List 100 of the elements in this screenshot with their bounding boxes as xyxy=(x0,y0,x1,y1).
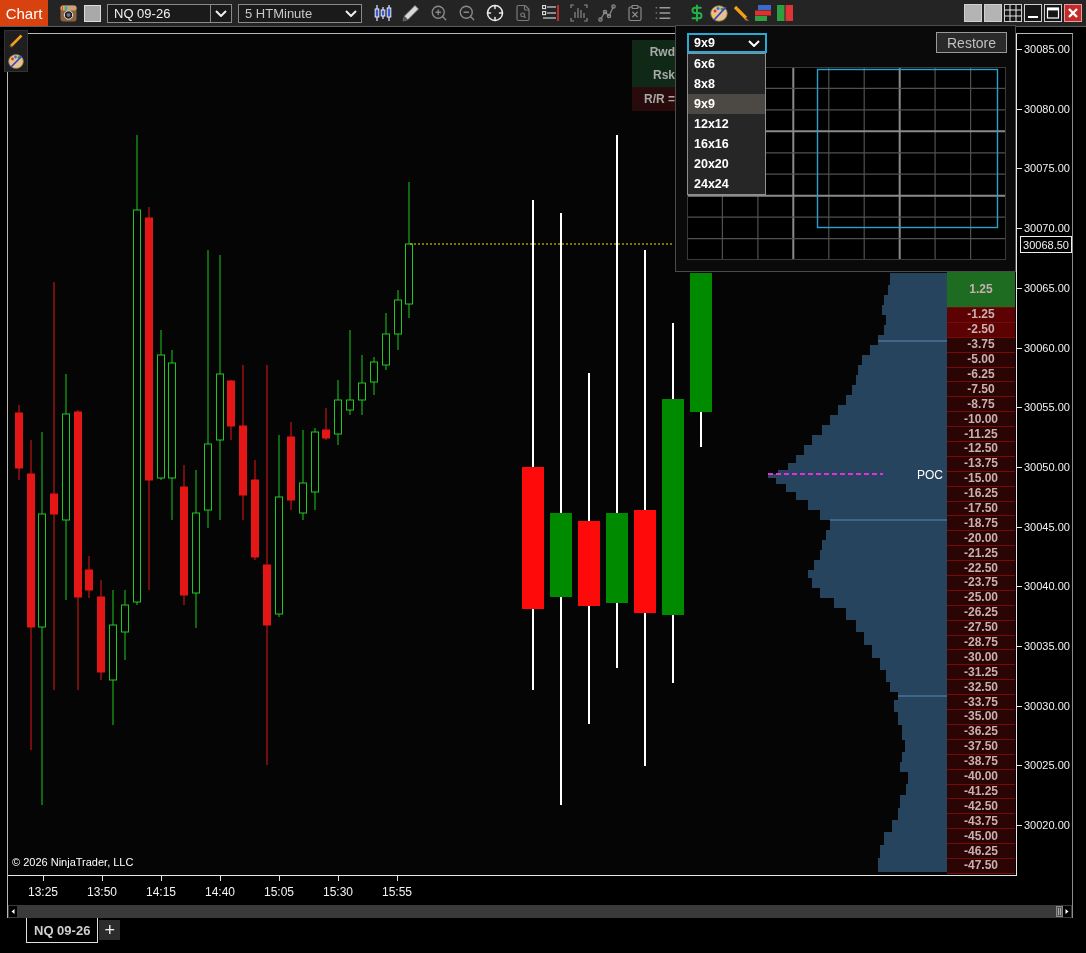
ladder-cell: -21.25 xyxy=(947,546,1015,562)
price-label: 30060.00 xyxy=(1024,340,1070,355)
price-label: 30040.00 xyxy=(1024,579,1070,594)
bar-chart-icon[interactable] xyxy=(570,4,588,22)
risk-reward-label: Rwd xyxy=(632,40,675,64)
candlestick xyxy=(85,555,93,599)
risk-reward-label: Rsk xyxy=(632,63,675,87)
time-label: 14:40 xyxy=(205,885,235,899)
scroll-right-icon[interactable] xyxy=(1063,906,1071,917)
maximize-icon[interactable] xyxy=(1044,4,1062,22)
caret-icon xyxy=(748,39,760,47)
price-label: 30025.00 xyxy=(1024,758,1070,773)
close-icon[interactable] xyxy=(1064,4,1082,22)
ladder-cell: -42.50 xyxy=(947,799,1015,815)
ladder-cell: -10.00 xyxy=(947,412,1015,428)
ladder-cell: -33.75 xyxy=(947,695,1015,711)
candlestick xyxy=(370,356,378,396)
ladder-cell: -46.25 xyxy=(947,844,1015,859)
horizontal-scrollbar[interactable] xyxy=(8,905,1072,918)
list-icon[interactable] xyxy=(654,4,672,22)
scroll-left-icon[interactable] xyxy=(9,906,17,917)
ladder-cell: -23.75 xyxy=(947,576,1015,591)
stacked-bars-icon[interactable] xyxy=(754,4,772,22)
candlestick xyxy=(358,354,366,416)
risk-reward-label: R/R = xyxy=(632,87,675,111)
split-bars-icon[interactable] xyxy=(776,4,794,22)
add-tab-button[interactable]: + xyxy=(99,920,121,940)
dropdown-option[interactable]: 8x8 xyxy=(688,74,765,94)
pencil-icon[interactable] xyxy=(402,4,420,22)
time-label: 13:50 xyxy=(87,885,117,899)
candlestick-icon[interactable] xyxy=(374,4,392,22)
dropdown-option[interactable]: 6x6 xyxy=(688,54,765,74)
zoom-in-icon[interactable] xyxy=(430,4,448,22)
ladder-cell: -30.00 xyxy=(947,650,1015,666)
ladder-cell: -45.00 xyxy=(947,829,1015,845)
dropdown-option[interactable]: 20x20 xyxy=(688,154,765,174)
time-label: 15:30 xyxy=(323,885,353,899)
zoom-out-icon[interactable] xyxy=(458,4,476,22)
time-label: 13:25 xyxy=(28,885,58,899)
camera-icon[interactable] xyxy=(60,4,77,22)
grid-icon[interactable] xyxy=(1004,4,1022,22)
swatch-icon[interactable] xyxy=(84,4,101,22)
price-label: 30085.00 xyxy=(1024,42,1070,56)
palette-icon[interactable] xyxy=(8,52,24,69)
candlestick xyxy=(322,407,330,441)
time-label: 15:05 xyxy=(264,885,294,899)
line-chart-icon[interactable] xyxy=(598,4,616,22)
caret-icon xyxy=(215,9,227,17)
price-label: 30055.00 xyxy=(1024,400,1070,415)
scrollbar-thumb[interactable] xyxy=(1056,906,1063,917)
price-label: 30080.00 xyxy=(1024,101,1070,116)
pencil-icon[interactable] xyxy=(732,4,750,22)
poc-label: POC xyxy=(917,468,943,482)
clipboard-icon[interactable] xyxy=(626,4,644,22)
ladder-cell: -8.75 xyxy=(947,397,1015,413)
candlestick xyxy=(121,589,129,661)
ladder-cell: -32.50 xyxy=(947,680,1015,696)
palette-icon[interactable] xyxy=(710,4,728,22)
price-label: 30045.00 xyxy=(1024,519,1070,534)
ladder-cell: -31.25 xyxy=(947,665,1015,681)
price-label: 30070.00 xyxy=(1024,221,1070,236)
time-label: 14:15 xyxy=(146,885,176,899)
ladder-cell: -18.75 xyxy=(947,516,1015,532)
crosshair-icon[interactable] xyxy=(486,4,504,22)
candlestick xyxy=(382,312,390,371)
caret-icon xyxy=(345,9,357,17)
current-price-label: 30068.50 xyxy=(1020,236,1072,253)
ladder-cell: -20.00 xyxy=(947,531,1015,547)
ladder-cell: -12.50 xyxy=(947,442,1015,457)
ladder-cell: -11.25 xyxy=(947,427,1015,442)
window-title: Chart xyxy=(0,0,48,26)
ladder-cell: 1.25 xyxy=(947,272,1015,308)
candlestick xyxy=(394,289,402,351)
price-label: 30035.00 xyxy=(1024,639,1070,653)
table-rows-icon[interactable] xyxy=(542,4,560,22)
price-label: 30020.00 xyxy=(1024,818,1070,833)
document-search-icon[interactable] xyxy=(514,4,532,22)
ladder-cell: -1.25 xyxy=(947,308,1015,323)
timeframe-select[interactable]: 5 HTMinute xyxy=(238,3,362,23)
pencil-icon[interactable] xyxy=(9,33,23,48)
dropdown-option[interactable]: 9x9 xyxy=(688,94,765,114)
restore-button[interactable]: Restore xyxy=(936,32,1007,53)
instrument-select[interactable]: NQ 09-26 xyxy=(107,3,232,23)
copyright-text: © 2026 NinjaTrader, LLC xyxy=(12,856,134,868)
ladder-cell: -35.00 xyxy=(947,710,1015,725)
candlestick xyxy=(334,379,342,446)
price-label: 30030.00 xyxy=(1024,698,1070,713)
ladder-cell: -43.75 xyxy=(947,814,1015,830)
candlestick xyxy=(227,379,235,441)
chart-tab[interactable]: NQ 09-26 xyxy=(26,918,99,943)
price-label: 30050.00 xyxy=(1024,459,1070,474)
time-label: 15:55 xyxy=(382,885,412,899)
dropdown-option[interactable]: 16x16 xyxy=(688,134,765,154)
grid-size-select[interactable]: 9x9 xyxy=(687,33,767,53)
minimize-icon[interactable] xyxy=(1024,4,1042,22)
dropdown-option[interactable]: 24x24 xyxy=(688,174,765,194)
dropdown-option[interactable]: 12x12 xyxy=(688,114,765,134)
price-label: 30075.00 xyxy=(1024,161,1070,176)
ladder-cell: -7.50 xyxy=(947,382,1015,398)
ladder-cell: -22.50 xyxy=(947,561,1015,577)
